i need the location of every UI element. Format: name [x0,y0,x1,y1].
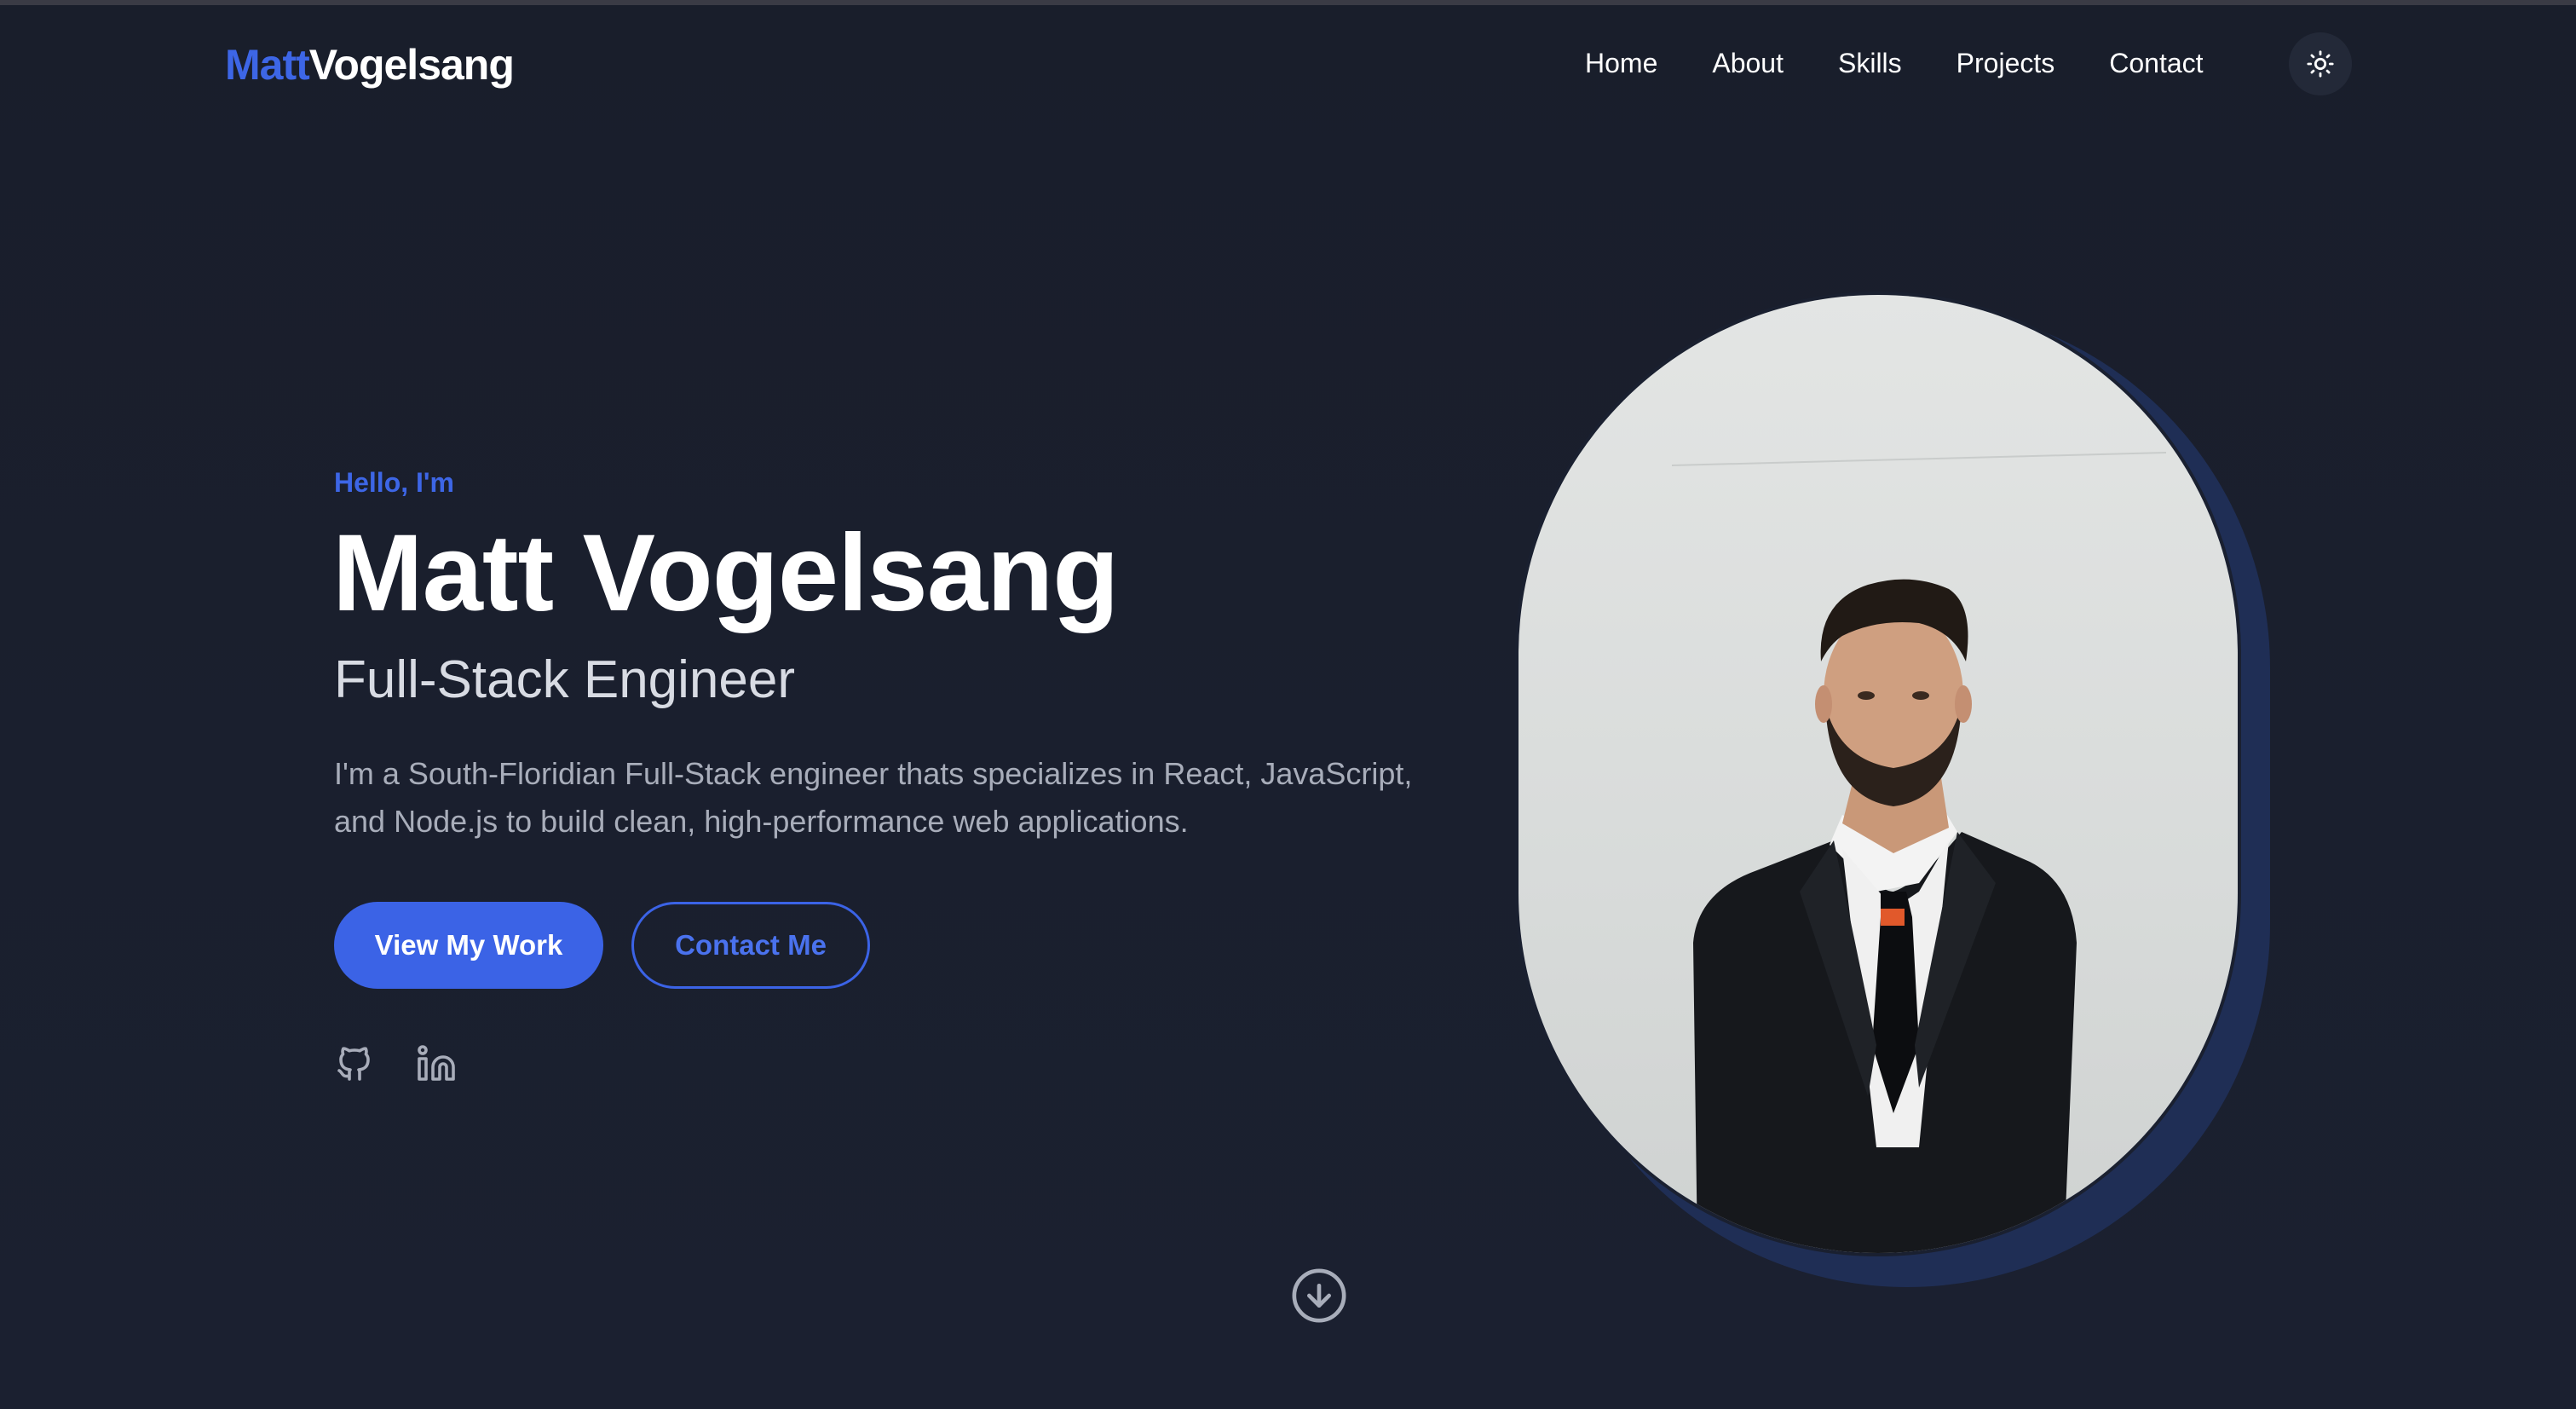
main-nav: Home About Skills Projects Contact [1585,43,2256,84]
github-icon [337,1047,370,1081]
nav-projects[interactable]: Projects [1956,43,2055,84]
scroll-down-button[interactable] [1289,1266,1349,1330]
hero-role: Full-Stack Engineer [334,650,796,709]
hero-description: I'm a South-Floridian Full-Stack enginee… [334,756,1413,839]
linkedin-icon [418,1045,455,1081]
logo-first-name: Matt [225,41,310,89]
view-my-work-button[interactable]: View My Work [334,902,603,989]
portrait-photo [1519,295,2238,1253]
nav-about[interactable]: About [1712,43,1784,84]
logo-last-name: Vogelsang [308,41,515,89]
theme-toggle-button[interactable] [2289,32,2352,95]
portfolio-page: MattVogelsang Home About Skills Projects… [0,0,2576,1409]
nav-contact[interactable]: Contact [2109,43,2203,84]
nav-skills[interactable]: Skills [1838,43,1902,84]
portrait-illustration [1671,452,2167,1253]
linkedin-link[interactable] [416,1043,457,1089]
nav-home[interactable]: Home [1585,43,1657,84]
hero-name: Matt Vogelsang [332,512,1119,634]
site-logo[interactable]: MattVogelsang [225,38,515,92]
github-link[interactable] [334,1043,375,1089]
contact-me-button[interactable]: Contact Me [631,902,870,989]
browser-top-edge [0,0,2576,5]
hero-greeting: Hello, I'm [334,467,454,498]
arrow-down-circle-icon [1292,1268,1346,1323]
sun-icon [2307,50,2334,78]
